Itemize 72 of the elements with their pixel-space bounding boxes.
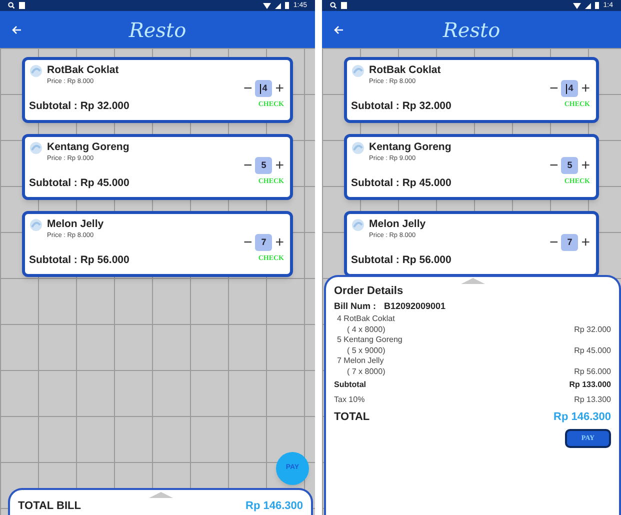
wifi-icon [573, 2, 582, 8]
food-icon [29, 64, 43, 78]
summary-value: Rp 133.000 [569, 379, 611, 391]
food-icon [351, 141, 365, 155]
order-line-calc: ( 5 x 9000) [346, 345, 386, 356]
increase-button[interactable]: + [581, 235, 590, 250]
sheet-title: Order Details [334, 284, 404, 299]
total-bill-label: TOTAL BILL [18, 499, 81, 514]
item-subtotal: Subtotal : Rp 56.000 [29, 254, 130, 267]
order-line-item: 7 Melon Jelly [336, 356, 385, 366]
order-line-amount: Rp 32.000 [574, 324, 611, 335]
increase-button[interactable]: + [581, 81, 590, 96]
increase-button[interactable]: + [275, 235, 284, 250]
increase-button[interactable]: + [275, 81, 284, 96]
decrease-button[interactable]: − [549, 235, 558, 250]
quantity-field[interactable]: 5 [255, 157, 272, 174]
food-icon [351, 64, 365, 78]
quantity-field[interactable]: 5 [561, 157, 578, 174]
summary-label: Tax 10% [334, 394, 365, 406]
signal-icon [585, 2, 592, 8]
sheet-handle-icon[interactable] [148, 492, 172, 498]
item-name: Melon Jelly [47, 218, 104, 231]
food-icon [29, 141, 43, 155]
item-subtotal: Subtotal : Rp 45.000 [29, 177, 130, 190]
app-logo: Resto [442, 20, 500, 40]
back-icon[interactable] [12, 24, 22, 34]
bill-number: B12092009001 [384, 300, 446, 313]
sd-card-icon [19, 2, 25, 9]
sd-card-icon [341, 2, 347, 9]
item-subtotal: Subtotal : Rp 32.000 [29, 100, 130, 113]
item-subtotal: Subtotal : Rp 56.000 [351, 254, 452, 267]
item-subtotal: Subtotal : Rp 45.000 [351, 177, 452, 190]
decrease-button[interactable]: − [243, 158, 252, 173]
total-label: TOTAL [334, 410, 370, 425]
item-name: Melon Jelly [369, 218, 426, 231]
quantity-field[interactable]: 7 [255, 234, 272, 251]
order-line-item: 5 Kentang Goreng [336, 335, 404, 345]
order-line-amount: Rp 45.000 [574, 345, 611, 356]
order-line-calc: ( 7 x 8000) [346, 366, 386, 377]
item-name: Kentang Goreng [369, 141, 452, 154]
decrease-button[interactable]: − [243, 81, 252, 96]
bill-number-label: Bill Num : [334, 300, 376, 313]
wifi-icon [263, 2, 272, 8]
summary-label: Subtotal [334, 379, 366, 391]
quantity-field[interactable]: 7 [561, 234, 578, 251]
back-icon[interactable] [334, 24, 344, 34]
summary-value: Rp 13.300 [574, 394, 611, 406]
decrease-button[interactable]: − [243, 235, 252, 250]
order-line-item: 4 RotBak Coklat [336, 314, 396, 324]
total-bill-value: Rp 146.300 [246, 499, 303, 514]
quantity-field[interactable]: 4 [255, 80, 272, 97]
item-subtotal: Subtotal : Rp 32.000 [351, 100, 452, 113]
battery-icon [285, 2, 290, 9]
item-name: RotBak Coklat [369, 64, 441, 77]
app-logo: Resto [128, 20, 186, 40]
order-line-amount: Rp 56.000 [574, 366, 611, 377]
food-icon [29, 218, 43, 232]
item-name: Kentang Goreng [47, 141, 130, 154]
signal-icon [275, 2, 282, 8]
search-icon [8, 2, 15, 9]
decrease-button[interactable]: − [549, 81, 558, 96]
increase-button[interactable]: + [581, 158, 590, 173]
decrease-button[interactable]: − [549, 158, 558, 173]
increase-button[interactable]: + [275, 158, 284, 173]
search-icon [330, 2, 337, 9]
bottom-sheet[interactable]: TOTAL BILL Rp 146.300 [8, 488, 313, 515]
battery-icon [595, 2, 600, 9]
order-line-calc: ( 4 x 8000) [346, 324, 386, 335]
food-icon [351, 218, 365, 232]
quantity-field[interactable]: 4 [561, 80, 578, 97]
total-value: Rp 146.300 [554, 410, 611, 425]
item-name: RotBak Coklat [47, 64, 119, 77]
